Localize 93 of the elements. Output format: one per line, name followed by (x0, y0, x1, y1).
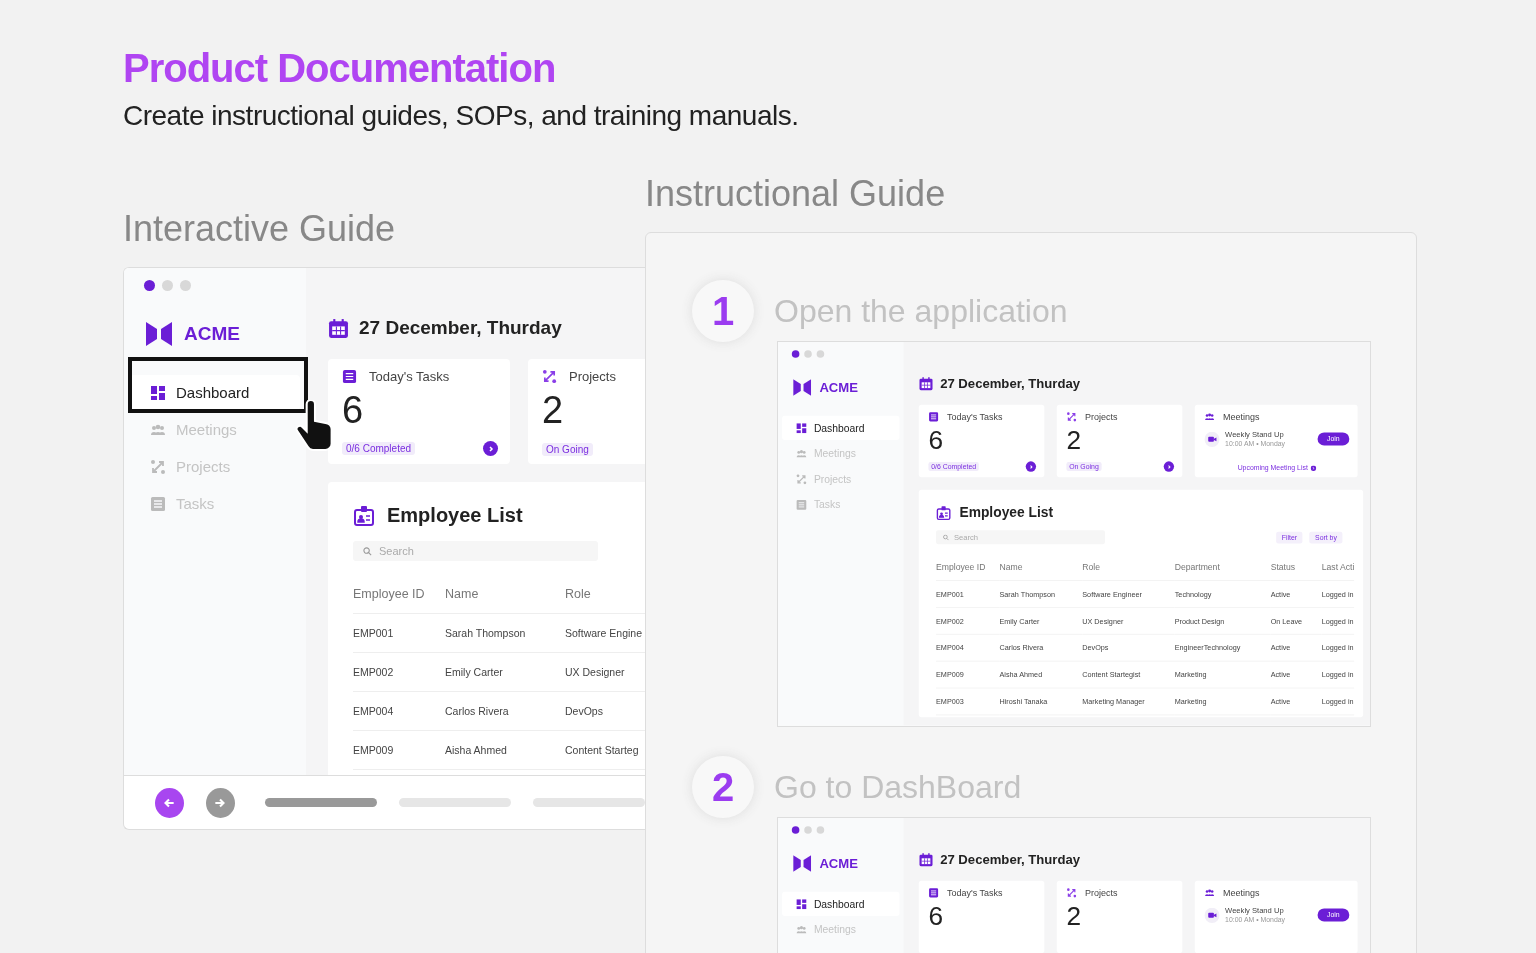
window-dot (791, 350, 800, 358)
table-cell: Emily Carter (445, 652, 565, 692)
nodes-icon (542, 369, 557, 384)
logo-icon (793, 854, 812, 873)
video-icon (1204, 907, 1220, 923)
section-heading: Interactive Guide (123, 209, 397, 249)
column-header: Department (1174, 553, 1271, 581)
sidebar-item[interactable]: Dashboard (130, 375, 300, 410)
card-title: Meetings (1223, 887, 1260, 899)
page-title: Product Documentation (123, 45, 557, 92)
stat-value: 6 (342, 390, 365, 430)
column-header: Last Acti (1321, 553, 1355, 581)
card-title: Meetings (1223, 411, 1260, 423)
window-dot (816, 826, 825, 834)
date-heading: 27 December, Thurday (940, 851, 1081, 867)
id-badge-icon (936, 505, 952, 521)
window-dot (791, 826, 800, 834)
grid-icon (795, 422, 807, 434)
window-dot (180, 280, 191, 291)
calendar-icon (918, 376, 934, 391)
next-button[interactable] (1163, 461, 1175, 472)
sidebar-item[interactable]: Dashboard (782, 415, 900, 440)
video-icon (1204, 431, 1220, 447)
window-dot (144, 280, 155, 291)
card-title: Today's Tasks (369, 369, 450, 384)
column-header: Role (1082, 553, 1175, 581)
list-icon (795, 499, 807, 510)
column-header: Employee ID (353, 575, 445, 614)
table-cell: Carlos Rivera (445, 691, 565, 731)
brand-name: ACME (184, 323, 240, 345)
table-cell: EMP004 (353, 691, 445, 731)
logo-icon (146, 321, 172, 347)
table-cell: EMP009 (353, 730, 445, 770)
back-button[interactable] (155, 787, 184, 818)
window-dot (804, 350, 812, 358)
grid-icon (150, 384, 166, 401)
window-dot (162, 280, 173, 291)
brand-name: ACME (819, 855, 858, 872)
list-icon (150, 495, 166, 512)
stat-value: 2 (1066, 902, 1082, 930)
date-heading: 27 December, Thurday (359, 317, 562, 339)
nodes-icon (795, 473, 807, 485)
table-cell: Sarah Thompson (445, 613, 565, 653)
list-icon (928, 887, 939, 899)
card-title: Projects (569, 369, 616, 384)
window-dot (816, 350, 825, 358)
stat-value: 6 (928, 426, 944, 454)
column-header: Name (999, 553, 1083, 581)
column-header: Name (445, 575, 565, 614)
page-subtitle: Create instructional guides, SOPs, and training manuals. (123, 100, 800, 132)
step-number: 1 (692, 280, 754, 342)
card-title: Today's Tasks (947, 887, 1003, 899)
table-cell: EMP001 (353, 613, 445, 653)
card-title: Projects (1085, 411, 1118, 423)
nodes-icon (1066, 411, 1077, 423)
status-badge: On Going (542, 442, 593, 456)
column-header: Employee ID (936, 553, 1000, 581)
card-title: Employee List (959, 504, 1054, 521)
sidebar-item[interactable]: Dashboard (782, 891, 900, 916)
search-icon (363, 547, 372, 556)
people-icon (795, 447, 807, 459)
next-button[interactable] (483, 441, 498, 456)
date-heading: 27 December, Thurday (940, 375, 1081, 391)
table-cell: Aisha Ahmed (445, 730, 565, 770)
column-header: Status (1270, 553, 1322, 581)
table-cell: EMP002 (353, 652, 445, 692)
search-field[interactable]: Search (353, 541, 598, 561)
nodes-icon (1066, 887, 1077, 899)
id-badge-icon (353, 504, 375, 527)
list-icon (928, 411, 939, 423)
card-title: Projects (1085, 887, 1118, 899)
card-title: Employee List (387, 504, 523, 527)
calendar-icon (918, 852, 934, 867)
list-icon (342, 369, 357, 384)
next-button[interactable] (1025, 461, 1037, 472)
brand-name: ACME (819, 379, 858, 396)
nodes-icon (150, 458, 166, 475)
status-badge: 0/6 Completed (342, 442, 416, 455)
card-title: Today's Tasks (947, 411, 1003, 423)
stat-value: 2 (1066, 426, 1082, 454)
people-icon (1204, 887, 1215, 899)
section-heading: Instructional Guide (645, 174, 947, 214)
window-dot (804, 826, 812, 834)
people-icon (1204, 411, 1215, 423)
people-icon (795, 923, 807, 935)
stat-value: 2 (542, 390, 565, 430)
step-number: 2 (692, 756, 754, 818)
stat-value: 6 (928, 902, 944, 930)
grid-icon (795, 898, 807, 910)
forward-button[interactable] (205, 787, 235, 818)
chevron-icon (1310, 465, 1317, 471)
logo-icon (793, 378, 812, 397)
calendar-icon (328, 317, 349, 339)
